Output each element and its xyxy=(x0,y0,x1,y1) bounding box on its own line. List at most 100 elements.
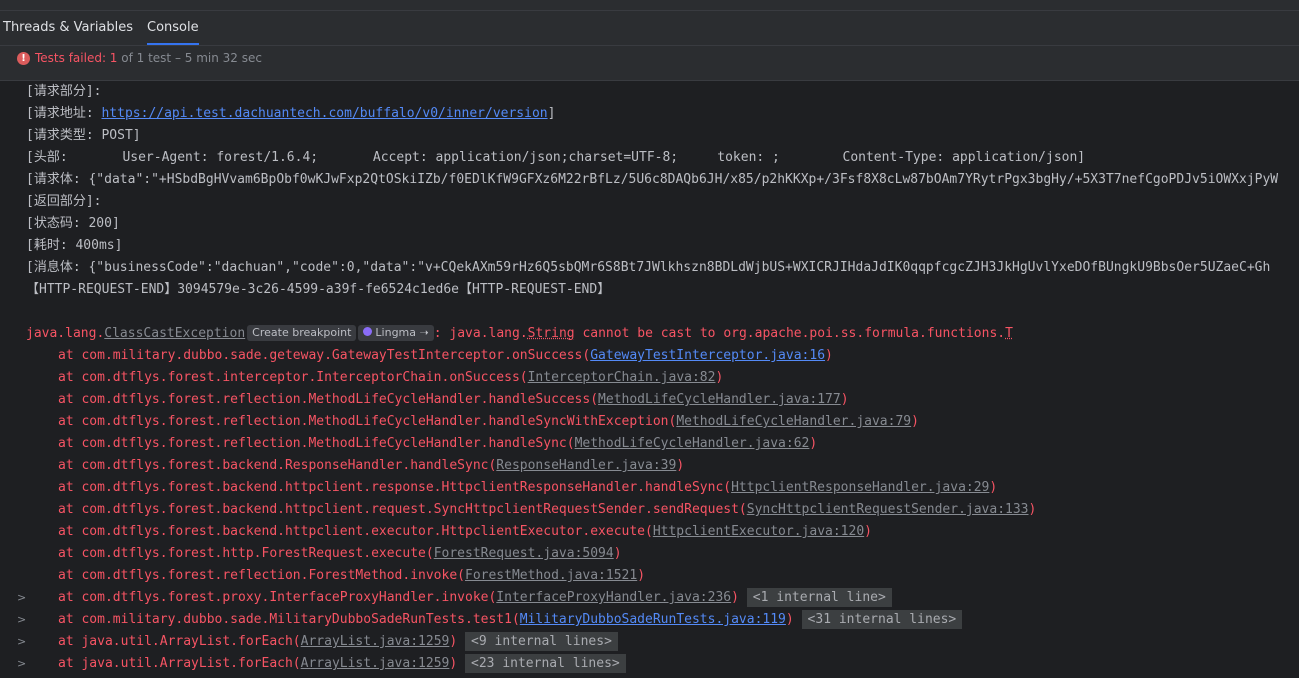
log-request-end-marker: 【HTTP-REQUEST-END】3094579e-3c26-4599-a39… xyxy=(26,282,611,297)
stack-frame-method: at com.dtflys.forest.proxy.InterfaceProx… xyxy=(58,590,497,605)
log-elapsed-time: [耗时: 400ms] xyxy=(26,238,123,253)
log-request-type: [请求类型: POST] xyxy=(26,128,141,143)
stack-frame-source-link[interactable]: GatewayTestInterceptor.java:16 xyxy=(590,348,825,363)
lingma-icon xyxy=(363,327,373,336)
stack-frame-method: at java.util.ArrayList.forEach( xyxy=(58,656,301,671)
exception-separator: : java.lang. xyxy=(433,326,528,341)
console-gutter xyxy=(0,81,12,678)
stack-frame-method: at com.dtflys.forest.backend.httpclient.… xyxy=(58,524,653,539)
tab-threads-variables[interactable]: Threads & Variables xyxy=(3,11,133,45)
log-status-code: [状态码: 200] xyxy=(26,216,120,231)
stack-frame-method: at com.dtflys.forest.backend.ResponseHan… xyxy=(58,458,497,473)
log-headers: [头部: User-Agent: forest/1.6.4; Accept: a… xyxy=(26,150,1086,165)
stack-frame: at com.military.dubbo.sade.MilitaryDubbo… xyxy=(58,609,963,631)
internal-lines-fold[interactable]: <31 internal lines> xyxy=(801,610,963,629)
stack-frame-close: ) xyxy=(613,546,622,561)
stack-frame-source-link[interactable]: ResponseHandler.java:39 xyxy=(496,458,676,473)
log-request-address-close: ] xyxy=(547,106,556,121)
test-status-bar: ! Tests failed: 1 of 1 test – 5 min 32 s… xyxy=(0,46,1299,81)
stack-frame: at com.dtflys.forest.backend.ResponseHan… xyxy=(58,455,684,477)
stack-frame-source-link[interactable]: MethodLifeCycleHandler.java:177 xyxy=(598,392,841,407)
request-url-link[interactable]: https://api.test.dachuantech.com/buffalo… xyxy=(101,106,547,121)
stack-frame-source-link[interactable]: ForestMethod.java:1521 xyxy=(465,568,637,583)
stack-frame-source-link[interactable]: HttpclientExecutor.java:120 xyxy=(653,524,864,539)
stack-frame-close: ) xyxy=(715,370,724,385)
log-request-address: [请求地址: https://api.test.dachuantech.com/… xyxy=(26,103,555,125)
stack-frame-method: at com.dtflys.forest.reflection.MethodLi… xyxy=(58,414,677,429)
stack-frame-method: at com.dtflys.forest.backend.httpclient.… xyxy=(58,502,747,517)
stack-frame-source-link[interactable]: MilitaryDubboSadeRunTests.java:119 xyxy=(520,612,786,627)
stack-frame-close: ) xyxy=(840,392,849,407)
internal-lines-fold[interactable]: <23 internal lines> xyxy=(465,654,626,673)
stack-frame-close: ) xyxy=(449,656,458,671)
internal-lines-fold[interactable]: <9 internal lines> xyxy=(465,632,618,651)
expand-frames-chevron-icon[interactable]: > xyxy=(17,631,26,653)
stack-frame-close: ) xyxy=(1028,502,1037,517)
stack-frame: at java.util.ArrayList.forEach(ArrayList… xyxy=(58,653,626,675)
stack-frame: at com.dtflys.forest.backend.httpclient.… xyxy=(58,477,997,499)
create-breakpoint-button[interactable]: Create breakpoint xyxy=(247,325,357,341)
stack-frame: at com.dtflys.forest.reflection.ForestMe… xyxy=(58,565,645,587)
exception-class-link[interactable]: ClassCastException xyxy=(104,326,245,341)
stack-frame-close: ) xyxy=(785,612,794,627)
log-request-address-label: [请求地址: xyxy=(26,106,102,121)
exception-string-type: String xyxy=(527,326,575,341)
exception-package: java.lang. xyxy=(26,326,105,341)
stack-frame: at com.dtflys.forest.backend.httpclient.… xyxy=(58,521,872,543)
expand-frames-chevron-icon[interactable]: > xyxy=(17,653,26,675)
stack-frame: at com.dtflys.forest.interceptor.Interce… xyxy=(58,367,723,389)
stack-frame: at com.dtflys.forest.proxy.InterfaceProx… xyxy=(58,587,892,609)
log-message-body: [消息体: {"businessCode":"dachuan","code":0… xyxy=(26,260,1271,275)
stack-frame-close: ) xyxy=(637,568,646,583)
exception-message: cannot be cast to org.apache.poi.ss.form… xyxy=(574,326,1006,341)
log-request-part: [请求部分]: xyxy=(26,84,102,99)
log-request-body: [请求体: {"data":"+HSbdBgHVvam6BpObf0wKJwFx… xyxy=(26,172,1279,187)
stack-frame-method: at com.dtflys.forest.reflection.ForestMe… xyxy=(58,568,465,583)
stack-frame: at com.dtflys.forest.reflection.MethodLi… xyxy=(58,411,919,433)
tests-summary: of 1 test – 5 min 32 sec xyxy=(117,51,262,65)
test-status-text: Tests failed: 1 of 1 test – 5 min 32 sec xyxy=(35,51,262,65)
tab-console-label: Console xyxy=(147,20,199,35)
stack-frame: at com.military.dubbo.sade.geteway.Gatew… xyxy=(58,345,833,367)
stack-frame-source-link[interactable]: MethodLifeCycleHandler.java:79 xyxy=(676,414,911,429)
tool-window-tab-bar: Threads & Variables Console xyxy=(0,11,1299,46)
stack-frame-method: at com.dtflys.forest.reflection.MethodLi… xyxy=(58,392,599,407)
stack-frame: at java.util.ArrayList.forEach(ArrayList… xyxy=(58,631,618,653)
lingma-label: Lingma ➝ xyxy=(375,326,429,339)
stack-frame-method: at com.military.dubbo.sade.geteway.Gatew… xyxy=(58,348,591,363)
stack-frame-method: at com.dtflys.forest.http.ForestRequest.… xyxy=(58,546,434,561)
stack-frame-source-link[interactable]: InterfaceProxyHandler.java:236 xyxy=(496,590,731,605)
stack-frame-close: ) xyxy=(676,458,685,473)
stack-frame-source-link[interactable]: MethodLifeCycleHandler.java:62 xyxy=(575,436,810,451)
exception-target-type: T xyxy=(1005,326,1013,341)
stack-frame-close: ) xyxy=(825,348,833,363)
stack-frame-method: at com.dtflys.forest.reflection.MethodLi… xyxy=(58,436,575,451)
stack-frame-method: at com.dtflys.forest.interceptor.Interce… xyxy=(58,370,528,385)
stack-frame-close: ) xyxy=(864,524,872,539)
internal-lines-fold[interactable]: <1 internal line> xyxy=(746,588,892,607)
stack-frame-source-link[interactable]: ForestRequest.java:5094 xyxy=(434,546,614,561)
stack-frame-source-link[interactable]: InterceptorChain.java:82 xyxy=(528,370,716,385)
stack-frame-close: ) xyxy=(731,590,739,605)
stack-frame-source-link[interactable]: SyncHttpclientRequestSender.java:133 xyxy=(747,502,1029,517)
stack-frame: at com.dtflys.forest.http.ForestRequest.… xyxy=(58,543,622,565)
stack-frame-close: ) xyxy=(989,480,998,495)
stack-frame-source-link[interactable]: ArrayList.java:1259 xyxy=(301,656,450,671)
log-response-part: [返回部分]: xyxy=(26,194,102,209)
lingma-button[interactable]: Lingma ➝ xyxy=(358,325,434,341)
stack-frame-close: ) xyxy=(911,414,919,429)
stack-frame: at com.dtflys.forest.backend.httpclient.… xyxy=(58,499,1036,521)
expand-frames-chevron-icon[interactable]: > xyxy=(17,609,26,631)
console-output[interactable]: [请求部分]: [请求地址: https://api.test.dachuant… xyxy=(14,81,1299,678)
stack-frame-method: at com.dtflys.forest.backend.httpclient.… xyxy=(58,480,732,495)
tests-failed-label: Tests failed: 1 xyxy=(35,51,118,65)
tab-console[interactable]: Console xyxy=(147,11,199,45)
stack-frame-method: at java.util.ArrayList.forEach( xyxy=(58,634,301,649)
stack-frame-source-link[interactable]: HttpclientResponseHandler.java:29 xyxy=(731,480,989,495)
exception-header: java.lang.ClassCastException Create break… xyxy=(26,323,1013,345)
error-icon: ! xyxy=(17,52,30,65)
stack-frame-source-link[interactable]: ArrayList.java:1259 xyxy=(301,634,450,649)
window-top-strip xyxy=(0,0,1299,11)
stack-frame-close: ) xyxy=(809,436,818,451)
expand-frames-chevron-icon[interactable]: > xyxy=(17,587,26,609)
